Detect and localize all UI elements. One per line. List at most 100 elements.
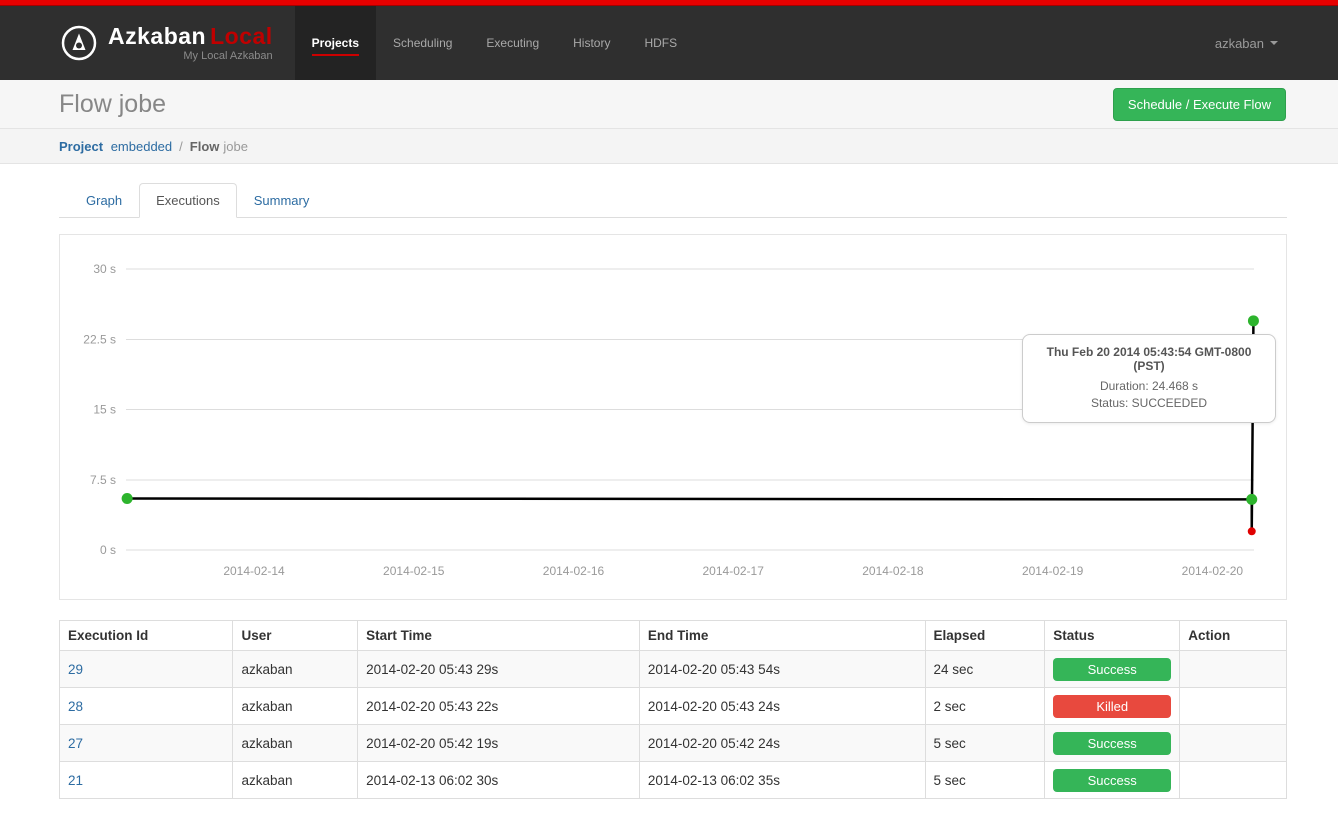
breadcrumb-project-link[interactable]: Project embedded xyxy=(59,139,172,154)
brand-text: Azkaban Local My Local Azkaban xyxy=(108,24,273,62)
start-time-cell: 2014-02-20 05:42 19s xyxy=(357,724,640,762)
breadcrumb: Project embedded / Flow jobe xyxy=(0,129,1338,164)
start-time-cell: 2014-02-13 06:02 30s xyxy=(357,761,640,799)
column-header: Start Time xyxy=(357,620,640,651)
execution-id-link[interactable]: 27 xyxy=(68,736,83,751)
column-header: Action xyxy=(1179,620,1287,651)
table-header-row: Execution Id User Start Time End Time Elapse… xyxy=(58,620,1287,651)
x-axis-tick-label: 2014-02-15 xyxy=(383,564,445,578)
execution-row: 27 azkaban 2014-02-20 05:42 19s 2014-02-20 … xyxy=(58,724,1287,762)
execution-point[interactable] xyxy=(1247,315,1259,327)
end-time-cell: 2014-02-20 05:43 24s xyxy=(638,687,926,725)
page-title-prefix: Flow xyxy=(59,89,112,118)
tab-executions[interactable]: Executions xyxy=(139,183,237,218)
nav-item-projects[interactable]: Projects xyxy=(294,6,377,80)
user-cell: azkaban xyxy=(232,761,359,799)
nav-item-history[interactable]: History xyxy=(556,6,627,80)
y-axis-tick-label: 15 s xyxy=(93,403,116,417)
brand[interactable]: Azkaban Local My Local Azkaban xyxy=(60,6,273,80)
x-axis-tick-label: 2014-02-20 xyxy=(1182,564,1244,578)
status-badge: Success xyxy=(1053,731,1172,755)
y-axis-tick-label: 22.5 s xyxy=(83,332,116,346)
brand-accent: Local xyxy=(210,23,273,49)
nav-item-scheduling[interactable]: Scheduling xyxy=(376,6,469,80)
elapsed-cell: 5 sec xyxy=(924,724,1046,762)
tooltip-duration: Duration: 24.468 s xyxy=(1099,379,1199,393)
y-axis-tick-label: 0 s xyxy=(100,543,116,557)
status-cell: Success xyxy=(1044,724,1181,762)
column-header: Execution Id xyxy=(58,620,234,651)
action-cell xyxy=(1179,687,1287,725)
start-time-cell: 2014-02-20 05:43 22s xyxy=(357,687,640,725)
execution-id-cell: 21 xyxy=(58,761,234,799)
page-title-name: jobe xyxy=(118,89,167,118)
x-axis-tick-label: 2014-02-16 xyxy=(543,564,605,578)
brand-name: Azkaban xyxy=(108,23,207,49)
breadcrumb-project-label: Project xyxy=(59,138,104,154)
status-badge: Success xyxy=(1053,657,1172,681)
execution-point[interactable] xyxy=(121,492,133,504)
nav-item-label: Scheduling xyxy=(393,36,453,50)
tooltip-timestamp: Thu Feb 20 2014 05:43:54 GMT-0800 (PST) xyxy=(1046,345,1252,373)
execution-id-cell: 29 xyxy=(58,650,234,688)
end-time-cell: 2014-02-13 06:02 35s xyxy=(638,761,926,799)
action-cell xyxy=(1179,724,1287,762)
nav-item-label: History xyxy=(573,36,611,50)
nav-item-label: Executing xyxy=(486,36,540,50)
y-axis-tick-label: 30 s xyxy=(93,262,116,276)
navbar: Azkaban Local My Local Azkaban Projects Sc… xyxy=(0,6,1338,80)
action-cell xyxy=(1179,650,1287,688)
end-time-cell: 2014-02-20 05:42 24s xyxy=(638,724,926,762)
executions-table: Execution Id User Start Time End Time Elapse… xyxy=(58,620,1287,799)
execution-id-link[interactable]: 28 xyxy=(68,699,83,714)
execution-id-cell: 27 xyxy=(58,724,234,762)
nav-item-label: HDFS xyxy=(644,36,678,50)
user-dropdown[interactable]: azkaban xyxy=(1215,36,1278,51)
execution-tooltip: Thu Feb 20 2014 05:43:54 GMT-0800 (PST) … xyxy=(1022,334,1276,423)
execution-row: 21 azkaban 2014-02-13 06:02 30s 2014-02-13 … xyxy=(58,761,1287,799)
tooltip-status: Status: SUCCEEDED xyxy=(1090,396,1208,410)
column-header: Status xyxy=(1044,620,1181,651)
brand-subtitle: My Local Azkaban xyxy=(183,50,273,62)
chart-panel: 30 s 22.5 s 15 s 7.5 s 0 s 2014-02-14 2014-02-… xyxy=(59,234,1287,600)
column-header: Elapsed xyxy=(924,620,1046,651)
status-cell: Success xyxy=(1044,761,1181,799)
user-cell: azkaban xyxy=(232,650,359,688)
column-header: User xyxy=(232,620,359,651)
execution-point[interactable] xyxy=(1246,493,1258,505)
nav-item-hdfs[interactable]: HDFS xyxy=(627,6,694,80)
status-badge: Killed xyxy=(1053,694,1172,718)
elapsed-cell: 5 sec xyxy=(924,761,1046,799)
tab-summary[interactable]: Summary xyxy=(237,183,327,218)
x-axis-tick-label: 2014-02-14 xyxy=(223,564,285,578)
execution-id-link[interactable]: 21 xyxy=(68,773,83,788)
breadcrumb-flow-name: jobe xyxy=(223,138,248,154)
execution-row: 28 azkaban 2014-02-20 05:43 22s 2014-02-20 … xyxy=(58,687,1287,725)
caret-down-icon xyxy=(1270,41,1278,45)
execution-id-link[interactable]: 29 xyxy=(68,662,83,677)
x-axis-tick-label: 2014-02-19 xyxy=(1022,564,1084,578)
y-axis-tick-label: 7.5 s xyxy=(90,473,116,487)
breadcrumb-flow-label: Flow xyxy=(189,138,220,154)
user-cell: azkaban xyxy=(232,724,359,762)
action-cell xyxy=(1179,761,1287,799)
status-badge: Success xyxy=(1053,768,1172,792)
tab-graph[interactable]: Graph xyxy=(69,183,139,218)
nav-menu: Projects Scheduling Executing History HDFS xyxy=(294,6,694,80)
elapsed-cell: 2 sec xyxy=(924,687,1046,725)
nav-item-executing[interactable]: Executing xyxy=(469,6,556,80)
execution-point[interactable] xyxy=(1247,527,1256,536)
end-time-cell: 2014-02-20 05:43 54s xyxy=(638,650,926,688)
breadcrumb-separator: / xyxy=(179,138,183,154)
schedule-execute-flow-button[interactable]: Schedule / Execute Flow xyxy=(1112,87,1286,121)
execution-row: 29 azkaban 2014-02-20 05:43 29s 2014-02-20 … xyxy=(58,650,1287,688)
tabs: Graph Executions Summary xyxy=(59,183,1287,218)
breadcrumb-project-name: embedded xyxy=(110,138,173,154)
x-axis-tick-label: 2014-02-18 xyxy=(862,564,924,578)
page-title: Flow jobe xyxy=(59,90,166,119)
table-body: 29 azkaban 2014-02-20 05:43 29s 2014-02-20 … xyxy=(58,650,1287,799)
nav-item-label: Projects xyxy=(311,36,360,56)
status-cell: Success xyxy=(1044,650,1181,688)
page-header: Flow jobe Schedule / Execute Flow xyxy=(0,80,1338,129)
user-cell: azkaban xyxy=(232,687,359,725)
